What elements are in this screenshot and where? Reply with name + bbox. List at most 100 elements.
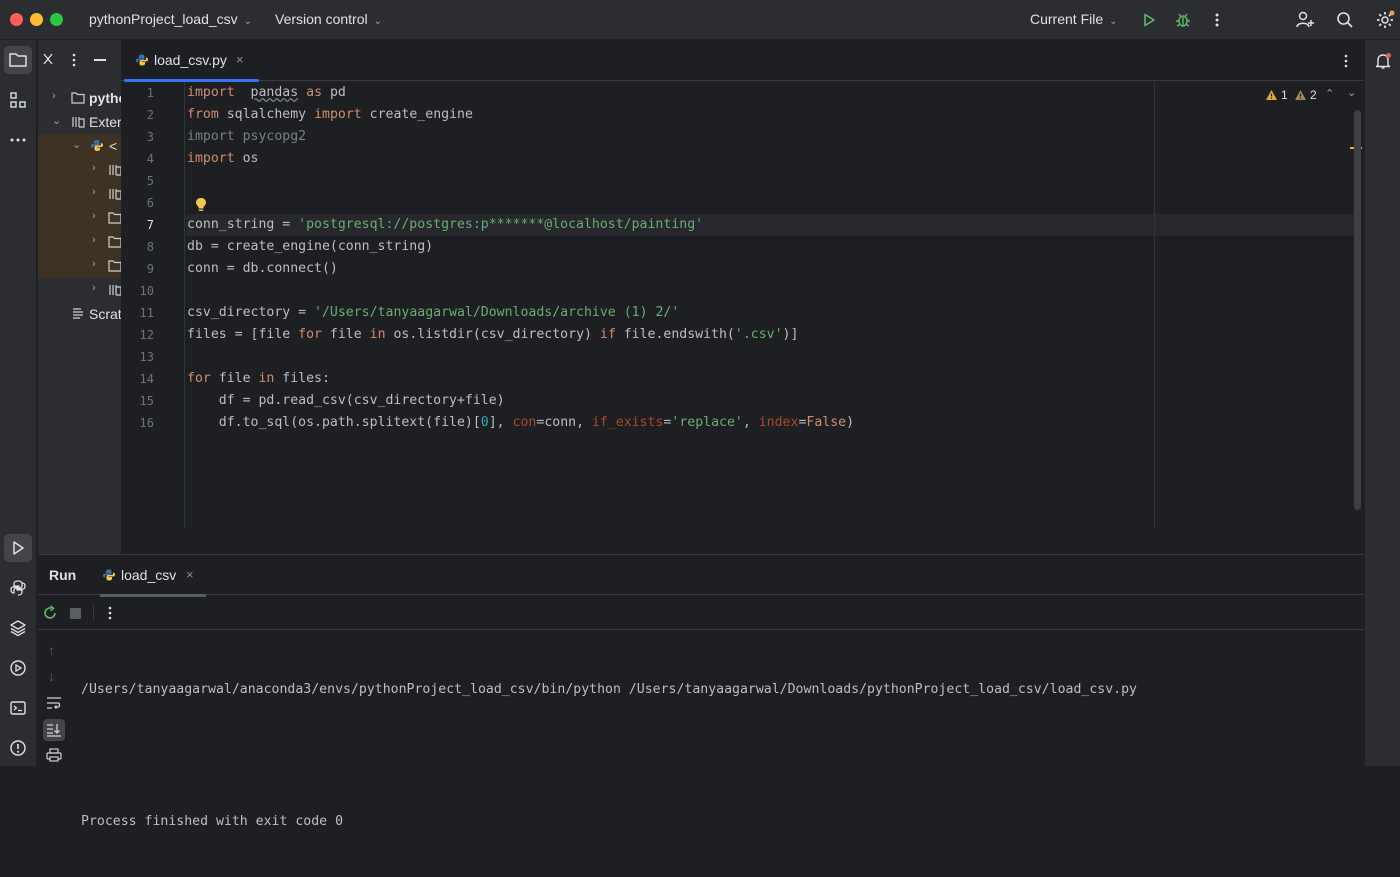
tree-item-scratches[interactable]: Scrat bbox=[38, 302, 121, 326]
code-line-3: import psycopg2 bbox=[187, 129, 307, 144]
minimize-window-button[interactable] bbox=[30, 13, 43, 26]
vertical-scrollbar[interactable] bbox=[1354, 110, 1361, 510]
warning-icon bbox=[1266, 90, 1277, 100]
next-highlight-icon[interactable]: ⌄ bbox=[1347, 86, 1356, 99]
python-file-icon bbox=[136, 54, 148, 66]
chevron-right-icon: › bbox=[92, 162, 96, 174]
code-token: ], bbox=[488, 415, 513, 430]
tree-item-folder-1[interactable]: › bbox=[38, 206, 121, 230]
notifications-bell-icon[interactable] bbox=[1374, 52, 1392, 75]
editor-tab-options-icon[interactable] bbox=[1344, 54, 1348, 73]
line-number: 15 bbox=[139, 394, 154, 408]
terminal-icon[interactable] bbox=[4, 694, 32, 722]
maximize-window-button[interactable] bbox=[50, 13, 63, 26]
scroll-to-end-icon[interactable] bbox=[43, 719, 65, 741]
run-tab-load-csv[interactable]: load_csv × bbox=[100, 555, 206, 597]
scroll-up-icon[interactable]: ↑ bbox=[48, 642, 55, 658]
project-toolbar bbox=[38, 40, 121, 80]
run-toolbar bbox=[38, 596, 1364, 630]
services-icon[interactable] bbox=[4, 654, 32, 682]
python-icon bbox=[91, 140, 103, 151]
more-tools-icon[interactable] bbox=[4, 126, 32, 154]
run-options-icon[interactable] bbox=[108, 606, 112, 625]
close-tab-icon[interactable]: × bbox=[236, 52, 244, 67]
console-output[interactable]: /Users/tanyaagarwal/anaconda3/envs/pytho… bbox=[81, 635, 1137, 877]
scratches-icon bbox=[73, 308, 83, 319]
python-packages-icon[interactable] bbox=[4, 614, 32, 642]
project-folder-icon[interactable] bbox=[4, 46, 32, 74]
stop-icon[interactable] bbox=[70, 608, 81, 619]
code-token: as bbox=[306, 85, 323, 100]
title-bar: pythonProject_load_csv ⌄ Version control ⌄… bbox=[0, 0, 1400, 40]
line-number: 12 bbox=[139, 328, 154, 342]
code-line-4: import os bbox=[186, 148, 1354, 170]
warning-count: 2 bbox=[1310, 88, 1317, 102]
code-token: con bbox=[512, 415, 537, 430]
code-area[interactable]: import pandas as pd from sqlalchemy impo… bbox=[186, 82, 1354, 528]
code-token: '/Users/tanyaagarwal/Downloads/archive (… bbox=[314, 305, 680, 320]
structure-icon[interactable] bbox=[4, 86, 32, 114]
code-token: , bbox=[742, 415, 759, 430]
problems-icon[interactable] bbox=[4, 734, 32, 762]
print-icon[interactable] bbox=[46, 748, 62, 767]
close-window-button[interactable] bbox=[10, 13, 23, 26]
chevron-right-icon: › bbox=[92, 234, 96, 246]
close-run-tab-icon[interactable]: × bbox=[186, 567, 194, 582]
chevron-right-icon: › bbox=[92, 282, 96, 294]
vcs-widget[interactable]: Version control ⌄ bbox=[275, 11, 382, 27]
code-token: 0 bbox=[480, 415, 489, 430]
run-icon[interactable] bbox=[1137, 8, 1161, 32]
more-actions-icon[interactable] bbox=[1205, 8, 1229, 32]
previous-highlight-icon[interactable]: ⌃ bbox=[1325, 87, 1334, 100]
run-tool-icon[interactable] bbox=[4, 534, 32, 562]
inspection-warnings-a[interactable]: 1 bbox=[1265, 88, 1288, 102]
code-token: )] bbox=[782, 327, 799, 342]
inspection-warnings-b[interactable]: 2 bbox=[1294, 88, 1317, 102]
code-line-15: df = pd.read_csv(csv_directory+file) bbox=[187, 393, 505, 408]
right-margin-guide bbox=[1154, 82, 1155, 528]
code-token: os bbox=[242, 151, 259, 166]
chevron-right-icon: › bbox=[92, 186, 96, 198]
python-console-icon[interactable] bbox=[4, 574, 32, 602]
tree-item-folder-2[interactable]: › bbox=[38, 230, 121, 254]
add-user-icon[interactable] bbox=[1293, 8, 1317, 32]
tree-item-label: Exter bbox=[89, 114, 121, 130]
scroll-down-icon[interactable]: ↓ bbox=[48, 668, 55, 684]
right-tool-strip bbox=[1364, 40, 1400, 766]
run-config-selector[interactable]: Current File ⌄ bbox=[1030, 11, 1118, 27]
project-widget[interactable]: pythonProject_load_csv ⌄ bbox=[89, 11, 252, 27]
code-token: ) bbox=[846, 415, 855, 430]
debug-icon[interactable] bbox=[1171, 8, 1195, 32]
tree-item-external-libraries[interactable]: ⌄ Exter bbox=[38, 110, 121, 134]
tree-item-lib-3[interactable]: › bbox=[38, 278, 121, 302]
code-token: 'replace' bbox=[671, 415, 743, 430]
run-tool-window: Run load_csv × ↑ ↓ /Users/tanyaagarwal/a… bbox=[38, 554, 1364, 829]
code-token: files: bbox=[274, 371, 330, 386]
chevron-down-icon: ⌄ bbox=[373, 16, 382, 27]
tree-item-python-sdk[interactable]: ⌄ < bbox=[38, 134, 121, 158]
run-tab-label: load_csv bbox=[121, 567, 177, 583]
settings-gear-icon[interactable] bbox=[1373, 8, 1397, 32]
rerun-icon[interactable] bbox=[42, 605, 58, 626]
tree-item-label: < bbox=[109, 138, 118, 154]
hide-panel-icon[interactable] bbox=[94, 59, 106, 61]
run-title: Run bbox=[49, 567, 77, 583]
tree-item-lib-1[interactable]: › bbox=[38, 158, 121, 182]
tree-item-folder-3[interactable]: › bbox=[38, 254, 121, 278]
warning-count: 1 bbox=[1281, 88, 1288, 102]
tree-item-lib-2[interactable]: › bbox=[38, 182, 121, 206]
console-exit-line: Process finished with exit code 0 bbox=[81, 814, 344, 829]
search-icon[interactable] bbox=[1333, 8, 1357, 32]
soft-wrap-icon[interactable] bbox=[46, 696, 62, 715]
tree-item-project-root[interactable]: › pytho bbox=[38, 86, 121, 110]
code-token: for bbox=[187, 371, 211, 386]
project-options-icon[interactable] bbox=[72, 53, 76, 72]
tab-load-csv-py[interactable]: load_csv.py × bbox=[121, 40, 259, 82]
code-editor: load_csv.py × 1 2 3 4 5 6 7 8 9 10 11 12… bbox=[121, 40, 1364, 554]
expand-collapse-icon[interactable] bbox=[42, 52, 54, 71]
code-token: =conn, bbox=[536, 415, 592, 430]
code-line-1: import pandas as pd bbox=[186, 82, 1354, 104]
